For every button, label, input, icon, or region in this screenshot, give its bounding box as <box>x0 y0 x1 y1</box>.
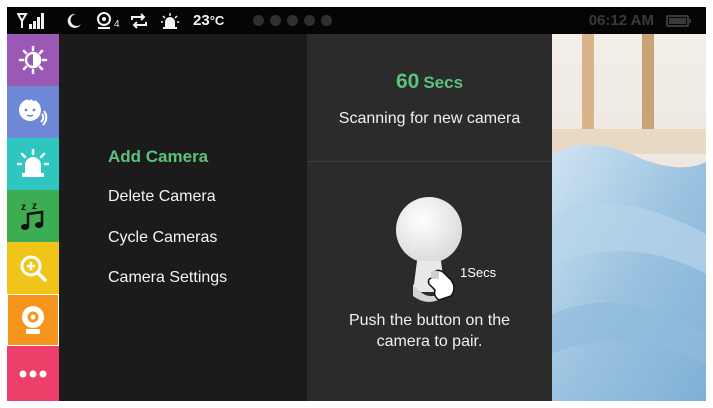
sidebar-rail: z z <box>7 34 59 401</box>
menu-item-delete-camera[interactable]: Delete Camera <box>108 188 216 206</box>
screen-frame: 4 23 °C 06:12 AM z z Add Camera Delete C… <box>7 7 706 401</box>
signal-icon <box>17 7 45 34</box>
alarm-icon <box>160 7 180 34</box>
zoom-in-icon <box>20 255 47 282</box>
battery-icon <box>666 7 692 34</box>
camera-count: 4 <box>114 19 120 30</box>
sidebar-item-alarm[interactable] <box>7 138 59 190</box>
status-bar: 4 23 °C 06:12 AM <box>7 7 706 34</box>
brightness-icon <box>18 45 48 75</box>
page-dot <box>253 15 264 26</box>
camera-icon <box>22 306 44 334</box>
page-dots <box>253 7 332 34</box>
moon-icon <box>65 7 83 34</box>
repeat-icon <box>129 7 149 34</box>
pairing-instruction: Push the button on the camera to pair. <box>348 312 510 350</box>
nursery-camera-feed <box>552 34 706 401</box>
timer-unit: Secs <box>423 73 464 92</box>
press-duration-label: 1Secs <box>460 265 497 280</box>
more-dots-icon <box>19 370 47 377</box>
sidebar-item-camera[interactable] <box>7 294 59 346</box>
divider <box>307 161 552 162</box>
page-dot <box>287 15 298 26</box>
page-dot <box>270 15 281 26</box>
sleep-music-icon: z z <box>21 201 44 230</box>
page-dot <box>321 15 332 26</box>
timer-value: 60 <box>395 70 420 93</box>
alarm-light-icon <box>17 149 49 177</box>
countdown-timer: 60 Secs <box>307 70 552 94</box>
sidebar-item-brightness[interactable] <box>7 34 59 86</box>
camera-menu: Add Camera Delete Camera Cycle Cameras C… <box>59 34 307 401</box>
menu-item-cycle-cameras[interactable]: Cycle Cameras <box>108 229 217 247</box>
pairing-panel: 60 Secs Scanning for new camera 1Secs Pus… <box>307 34 552 401</box>
sidebar-item-lullaby[interactable]: z z <box>7 190 59 242</box>
temperature-unit: °C <box>209 13 225 28</box>
sidebar-item-baby-sound[interactable] <box>7 86 59 138</box>
menu-item-add-camera[interactable]: Add Camera <box>108 147 208 167</box>
baby-face-icon <box>19 97 48 126</box>
temperature-readout: 23 °C <box>193 7 224 34</box>
clock: 06:12 AM <box>588 12 654 29</box>
svg-text:z: z <box>32 201 37 212</box>
camera-count-icon: 4 <box>95 7 120 34</box>
page-dot <box>304 15 315 26</box>
camera-pairing-illustration <box>396 197 462 302</box>
temperature-value: 23 <box>193 12 210 29</box>
scan-status-text: Scanning for new camera <box>338 110 521 127</box>
sidebar-item-more[interactable] <box>7 346 59 401</box>
sidebar-item-zoom[interactable] <box>7 242 59 294</box>
svg-text:z: z <box>21 202 26 213</box>
menu-item-camera-settings[interactable]: Camera Settings <box>108 269 227 287</box>
